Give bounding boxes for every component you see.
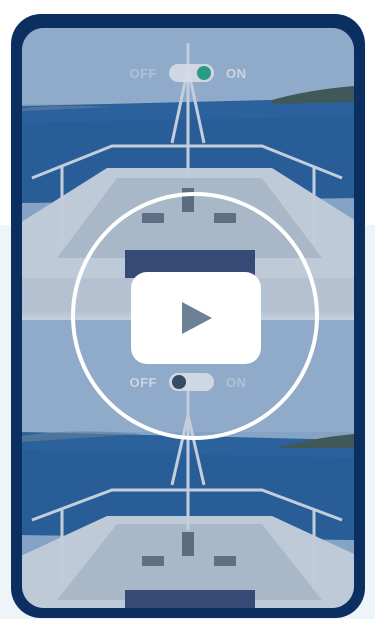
toggle-knob: [197, 66, 211, 80]
toggle-switch-on[interactable]: [169, 64, 214, 82]
toggle-off-label: OFF: [129, 65, 157, 81]
play-button[interactable]: [131, 272, 261, 364]
video-preview: OFF ON OFF ON: [22, 28, 354, 608]
toggle-on-label: ON: [226, 65, 247, 81]
stabilization-toggle-top: OFF ON: [22, 64, 354, 82]
play-icon: [182, 302, 212, 334]
